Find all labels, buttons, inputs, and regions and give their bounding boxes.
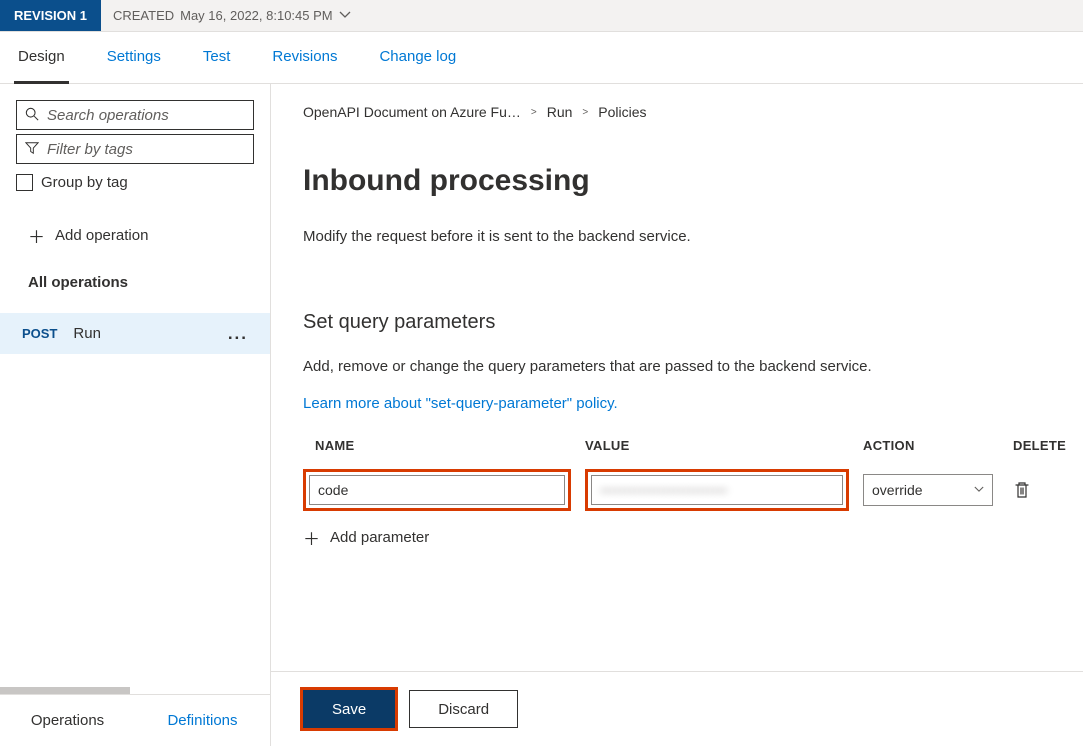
breadcrumb-api[interactable]: OpenAPI Document on Azure Fu…: [303, 104, 521, 120]
breadcrumb: OpenAPI Document on Azure Fu… > Run > Po…: [303, 104, 1083, 120]
group-by-tag[interactable]: Group by tag: [16, 174, 254, 191]
btab-operations[interactable]: Operations: [0, 695, 135, 746]
sidebar: Search operations Filter by tags Group b…: [0, 84, 271, 746]
search-placeholder: Search operations: [47, 107, 169, 124]
all-operations[interactable]: All operations: [0, 264, 270, 301]
chevron-right-icon: >: [531, 107, 537, 118]
chevron-down-icon: [974, 484, 984, 496]
revision-created[interactable]: CREATED May 16, 2022, 8:10:45 PM: [101, 0, 363, 31]
add-parameter[interactable]: ＋ Add parameter: [303, 525, 1083, 550]
sidebar-bottom-tabs: Operations Definitions: [0, 694, 270, 746]
param-name-input[interactable]: code: [309, 475, 565, 505]
chevron-down-icon: [339, 10, 351, 22]
breadcrumb-run[interactable]: Run: [547, 104, 573, 120]
btab-definitions[interactable]: Definitions: [135, 695, 270, 746]
page-description: Modify the request before it is sent to …: [303, 228, 1083, 245]
trash-icon[interactable]: [1013, 480, 1031, 500]
tab-settings[interactable]: Settings: [107, 48, 161, 83]
revision-bar: REVISION 1 CREATED May 16, 2022, 8:10:45…: [0, 0, 1083, 32]
col-delete: DELETE: [1013, 438, 1083, 463]
col-value: VALUE: [585, 438, 863, 463]
section-description: Add, remove or change the query paramete…: [303, 358, 1083, 375]
footer-actions: Save Discard: [271, 671, 1083, 746]
scrollbar[interactable]: [0, 687, 130, 694]
add-operation[interactable]: ＋ Add operation: [0, 201, 270, 264]
parameters-table: NAME VALUE ACTION DELETE code •••••: [303, 438, 1083, 550]
table-row: code •••••••••••••••••••••••••• override: [303, 469, 1083, 511]
chevron-right-icon: >: [582, 107, 588, 118]
more-icon[interactable]: ...: [228, 324, 248, 344]
filter-placeholder: Filter by tags: [47, 141, 133, 158]
param-action-select[interactable]: override: [863, 474, 993, 506]
revision-badge: REVISION 1: [0, 0, 101, 31]
select-value: override: [872, 482, 923, 498]
filter-icon: [25, 141, 39, 158]
operation-name: Run: [73, 325, 101, 342]
operation-item-run[interactable]: POST Run ...: [0, 313, 270, 354]
breadcrumb-policies: Policies: [598, 104, 646, 120]
col-name: NAME: [303, 438, 585, 463]
operation-method: POST: [22, 326, 57, 341]
created-value: May 16, 2022, 8:10:45 PM: [180, 8, 332, 23]
group-label: Group by tag: [41, 174, 128, 191]
tab-test[interactable]: Test: [203, 48, 231, 83]
search-input[interactable]: Search operations: [16, 100, 254, 130]
section-title: Set query parameters: [303, 311, 1083, 334]
main-panel: OpenAPI Document on Azure Fu… > Run > Po…: [271, 84, 1083, 746]
discard-button[interactable]: Discard: [409, 690, 518, 728]
search-icon: [25, 107, 39, 124]
plus-icon: ＋: [303, 525, 320, 550]
filter-input[interactable]: Filter by tags: [16, 134, 254, 164]
col-action: ACTION: [863, 438, 1013, 463]
param-value-highlight: ••••••••••••••••••••••••••: [585, 469, 849, 511]
param-value-input[interactable]: ••••••••••••••••••••••••••: [591, 475, 843, 505]
tab-revisions[interactable]: Revisions: [272, 48, 337, 83]
group-checkbox[interactable]: [16, 174, 33, 191]
plus-icon: ＋: [28, 223, 45, 248]
main-tabs: Design Settings Test Revisions Change lo…: [0, 32, 1083, 84]
add-parameter-label: Add parameter: [330, 529, 429, 546]
created-label: CREATED: [113, 8, 174, 23]
table-header: NAME VALUE ACTION DELETE: [303, 438, 1083, 463]
learn-more-link[interactable]: Learn more about "set-query-parameter" p…: [303, 395, 1083, 412]
param-name-highlight: code: [303, 469, 571, 511]
add-operation-label: Add operation: [55, 227, 148, 244]
tab-changelog[interactable]: Change log: [379, 48, 456, 83]
revision-label: REVISION 1: [14, 8, 87, 23]
save-button[interactable]: Save: [303, 690, 395, 728]
page-title: Inbound processing: [303, 164, 1083, 198]
tab-design[interactable]: Design: [18, 48, 65, 83]
